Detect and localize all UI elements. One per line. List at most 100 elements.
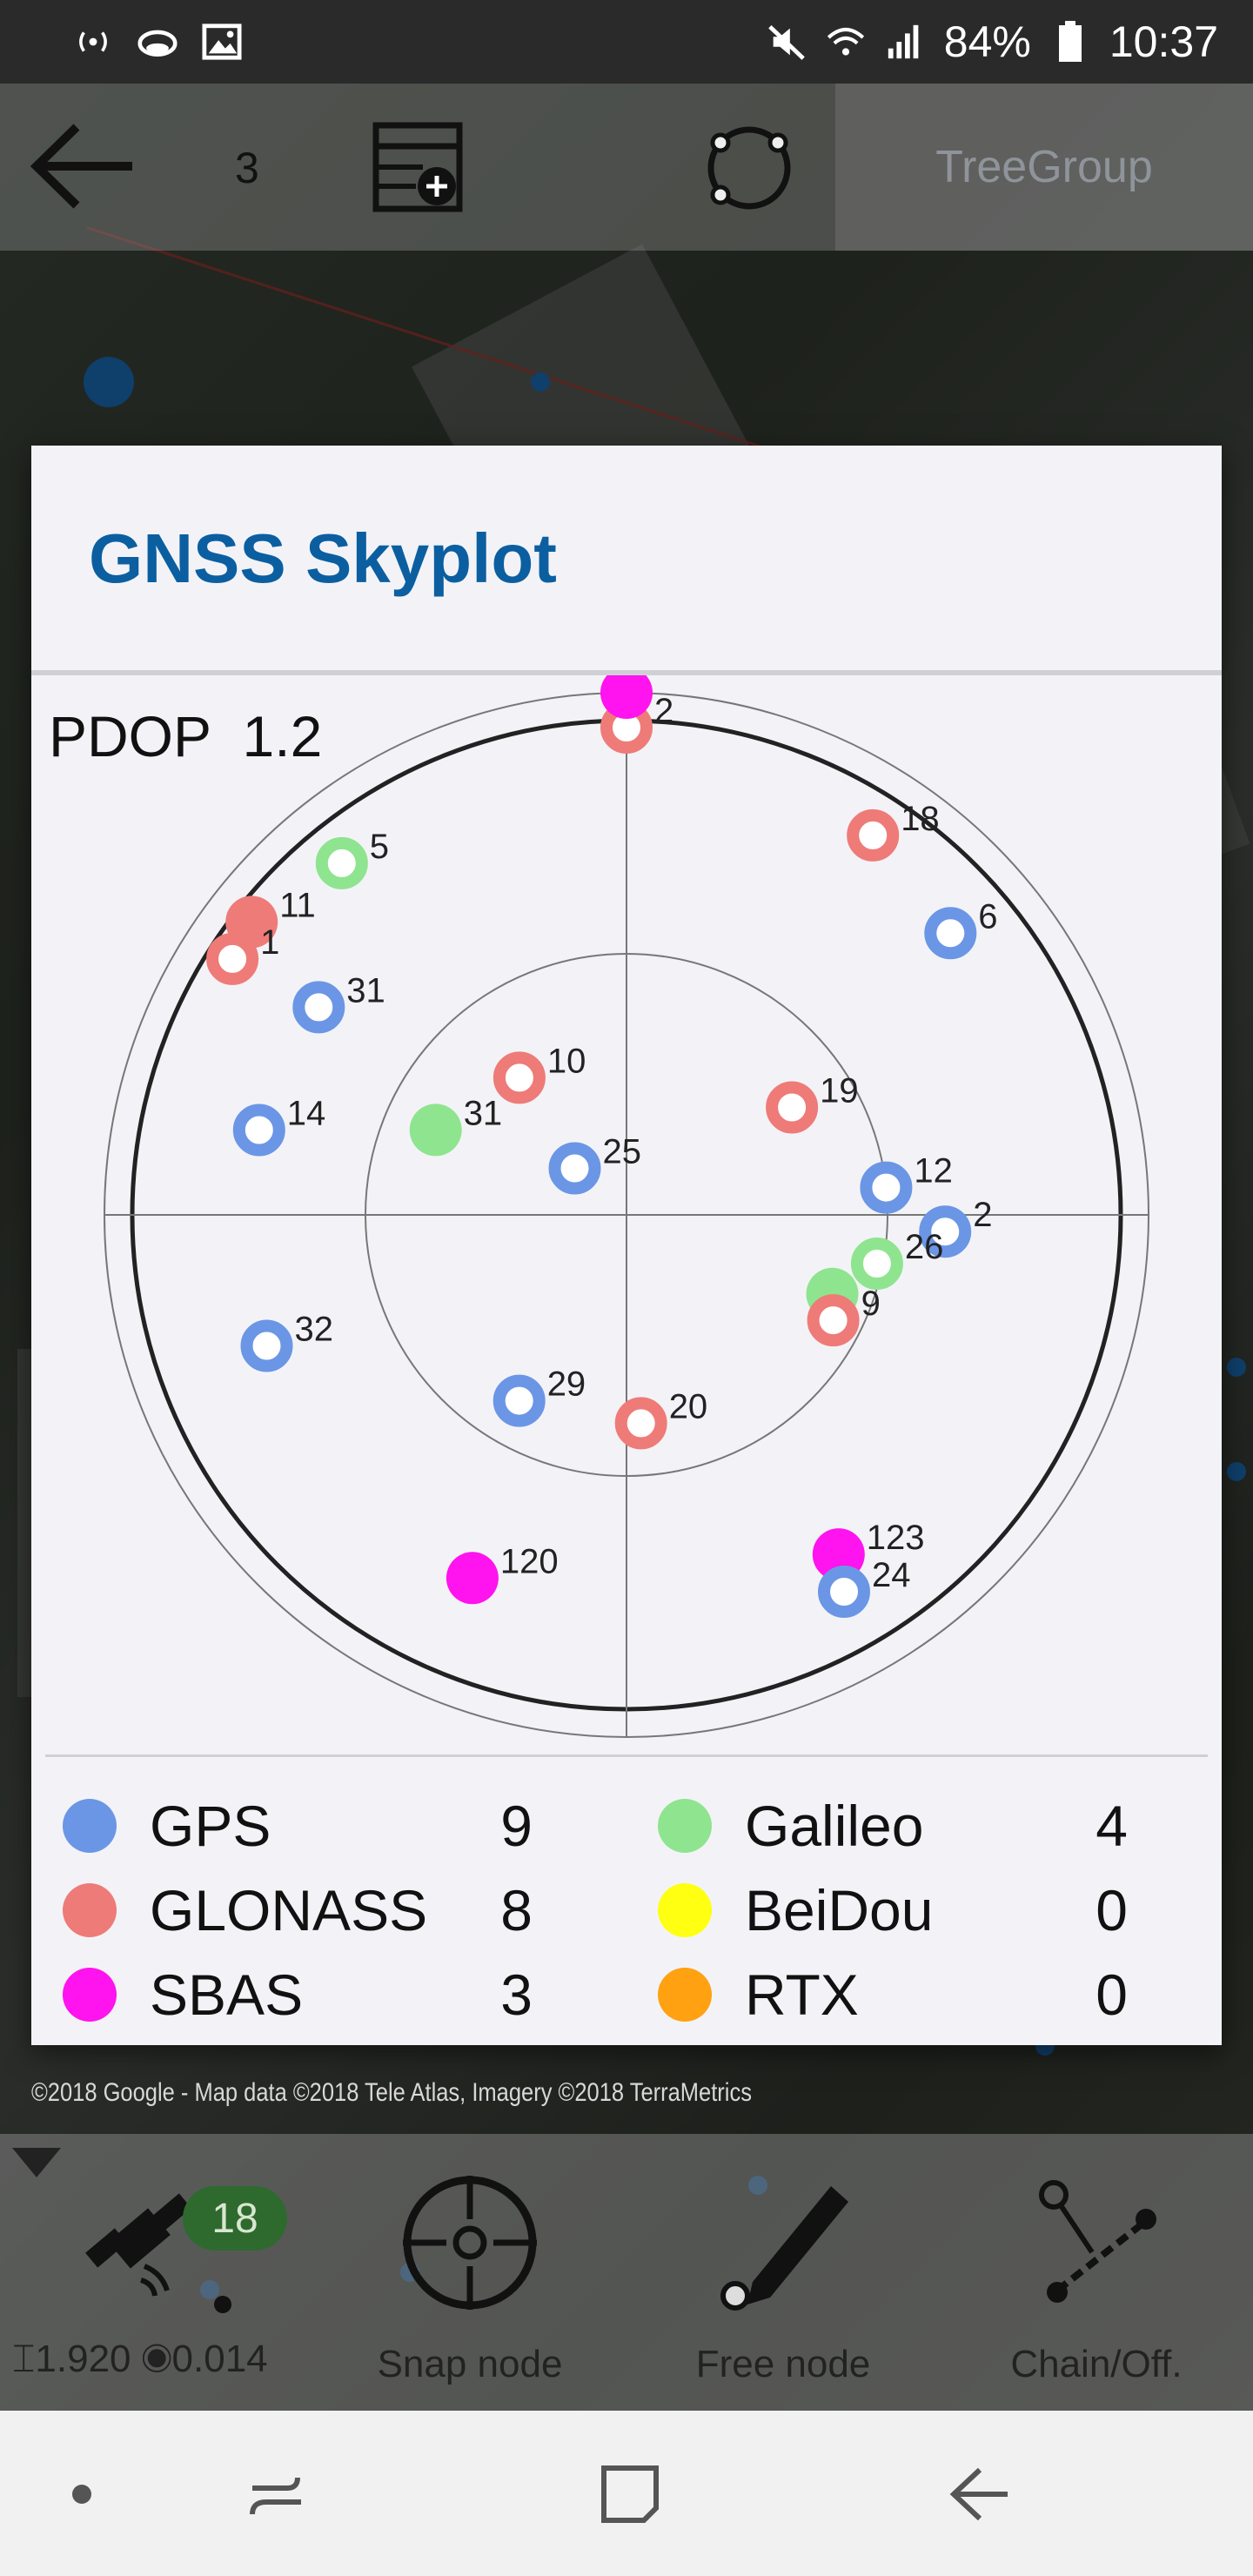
rtx-color-dot bbox=[658, 1968, 712, 2022]
legend-name: Galileo bbox=[745, 1794, 924, 1858]
satellite-marker bbox=[409, 1104, 462, 1157]
legend-name: GPS bbox=[150, 1794, 271, 1858]
battery-percent: 84% bbox=[943, 17, 1031, 66]
circle-tool-button[interactable] bbox=[701, 120, 797, 216]
satellite-marker bbox=[240, 1319, 293, 1372]
satellite-count-badge: 18 bbox=[183, 2186, 287, 2251]
free-node-button[interactable]: Free node bbox=[653, 2169, 914, 2386]
satellite-label: 120 bbox=[500, 1542, 559, 1580]
legend-sbas: SBAS 3 bbox=[63, 1953, 533, 2036]
legend-rtx: RTX 0 bbox=[658, 1953, 1128, 2036]
satellite-label: 5 bbox=[370, 828, 389, 866]
satellite-marker bbox=[924, 907, 977, 960]
pencil-icon bbox=[720, 2186, 848, 2311]
image-icon bbox=[202, 22, 242, 62]
legend-name: BeiDou bbox=[745, 1878, 934, 1942]
satellite-label: 2 bbox=[973, 1196, 992, 1234]
dialog-title: GNSS Skyplot bbox=[89, 520, 557, 597]
satellite-label: 29 bbox=[547, 1365, 586, 1404]
arrow-left-icon bbox=[30, 124, 132, 209]
satellite-label: 31 bbox=[464, 1094, 503, 1132]
satellite-marker bbox=[766, 1081, 819, 1134]
satellite-marker bbox=[446, 1552, 499, 1605]
dot-icon bbox=[72, 2485, 91, 2504]
selection-count: 3 bbox=[235, 144, 259, 192]
satellite-label: 24 bbox=[872, 1556, 911, 1594]
legend-count: 3 bbox=[500, 1962, 533, 2027]
recents-icon bbox=[250, 2477, 301, 2515]
satellite-marker bbox=[292, 981, 345, 1034]
legend-name: RTX bbox=[745, 1962, 859, 2027]
satellite-marker bbox=[807, 1294, 860, 1347]
add-form-button[interactable] bbox=[371, 120, 466, 216]
home-button[interactable] bbox=[578, 2442, 682, 2546]
satellite-label: 123 bbox=[867, 1519, 925, 1557]
circle-nodes-icon bbox=[707, 126, 791, 210]
satellite-label: 26 bbox=[905, 1228, 944, 1266]
satellite-label: 2 bbox=[654, 692, 673, 730]
app-toolbar: 3 TreeGroup bbox=[0, 84, 1253, 251]
legend-beidou: BeiDou 0 bbox=[658, 1868, 1128, 1952]
legend-divider bbox=[45, 1754, 1208, 1757]
status-bar: 84% 10:37 bbox=[0, 0, 1253, 84]
sbas-color-dot bbox=[63, 1968, 117, 2022]
satellite-marker bbox=[206, 932, 259, 985]
glonass-color-dot bbox=[63, 1883, 117, 1937]
pdop-value: 1.2 bbox=[242, 704, 323, 768]
legend-gps: GPS 9 bbox=[63, 1784, 533, 1868]
satellite-marker bbox=[492, 1374, 546, 1427]
legend-count: 9 bbox=[500, 1794, 533, 1858]
accuracy-readout: ⌶1.920 ◉0.014 bbox=[12, 2338, 268, 2380]
satellite-marker bbox=[614, 1397, 667, 1450]
satellite-label: 6 bbox=[978, 897, 997, 936]
battery-icon bbox=[1050, 21, 1090, 62]
hotspot-icon bbox=[73, 22, 113, 62]
legend-count: 4 bbox=[1096, 1794, 1128, 1858]
clock: 10:37 bbox=[1109, 17, 1218, 66]
satellite-marker bbox=[847, 808, 900, 862]
wifi-icon bbox=[826, 22, 866, 62]
crosshair-icon bbox=[403, 2176, 537, 2310]
assistant-dot-button[interactable] bbox=[30, 2442, 134, 2546]
satellite-label: 1 bbox=[260, 923, 279, 962]
satellite-label: 31 bbox=[346, 971, 385, 1010]
satellite-label: 9 bbox=[861, 1285, 881, 1323]
satellite-label: 20 bbox=[669, 1387, 708, 1426]
satellite-label: 11 bbox=[279, 886, 316, 924]
gnss-skyplot-dialog: GNSS Skyplot 2 18 6 5 11 1 31 10 31 19 14 25 12 2 26 9 3… bbox=[31, 446, 1222, 2045]
satellite-label: 19 bbox=[820, 1072, 859, 1110]
recent-apps-button[interactable] bbox=[226, 2442, 331, 2546]
back-nav-button[interactable] bbox=[928, 2442, 1032, 2546]
satellite-label: 12 bbox=[914, 1152, 953, 1191]
chain-offset-button[interactable]: Chain/Off. bbox=[966, 2169, 1227, 2386]
legend-count: 0 bbox=[1096, 1962, 1128, 2027]
satellite-marker bbox=[315, 836, 368, 889]
bottom-toolbar: 18 ⌶1.920 ◉0.014 Snap node Free node Cha… bbox=[0, 2134, 1253, 2411]
galileo-color-dot bbox=[658, 1799, 712, 1853]
legend-glonass: GLONASS 8 bbox=[63, 1868, 533, 1952]
satellite-marker bbox=[492, 1051, 546, 1104]
satellite-label: 14 bbox=[287, 1095, 326, 1133]
chain-offset-label: Chain/Off. bbox=[1010, 2343, 1183, 2385]
satellite-label: 10 bbox=[547, 1042, 586, 1080]
free-node-label: Free node bbox=[695, 2343, 871, 2385]
pdop-label: PDOP bbox=[49, 704, 211, 768]
satellite-marker bbox=[232, 1104, 285, 1157]
legend-name: GLONASS bbox=[150, 1878, 428, 1942]
back-arrow-icon bbox=[949, 2467, 1008, 2521]
cloud-icon bbox=[137, 22, 178, 62]
legend-count: 8 bbox=[500, 1878, 533, 1942]
back-button[interactable] bbox=[26, 118, 139, 214]
snap-node-label: Snap node bbox=[377, 2343, 563, 2385]
satellite-label: 25 bbox=[603, 1133, 642, 1171]
legend-galileo: Galileo 4 bbox=[658, 1784, 1128, 1868]
beidou-color-dot bbox=[658, 1883, 712, 1937]
satellite-marker bbox=[548, 1142, 601, 1195]
snap-node-button[interactable]: Snap node bbox=[339, 2169, 600, 2386]
legend: GPS 9 GLONASS 8 SBAS 3 Galileo 4 BeiDou … bbox=[31, 1784, 1222, 2045]
skyplot: 2 18 6 5 111 31 10 31 19 14 25 12 2 26 9 32 29 20 120 12324 bbox=[104, 675, 1149, 1738]
map-attribution: ©2018 Google - Map data ©2018 Tele Atlas… bbox=[31, 2078, 752, 2107]
group-selector[interactable]: TreeGroup bbox=[835, 84, 1253, 251]
navigation-bar bbox=[0, 2411, 1253, 2576]
satellite-label: 32 bbox=[295, 1311, 334, 1349]
